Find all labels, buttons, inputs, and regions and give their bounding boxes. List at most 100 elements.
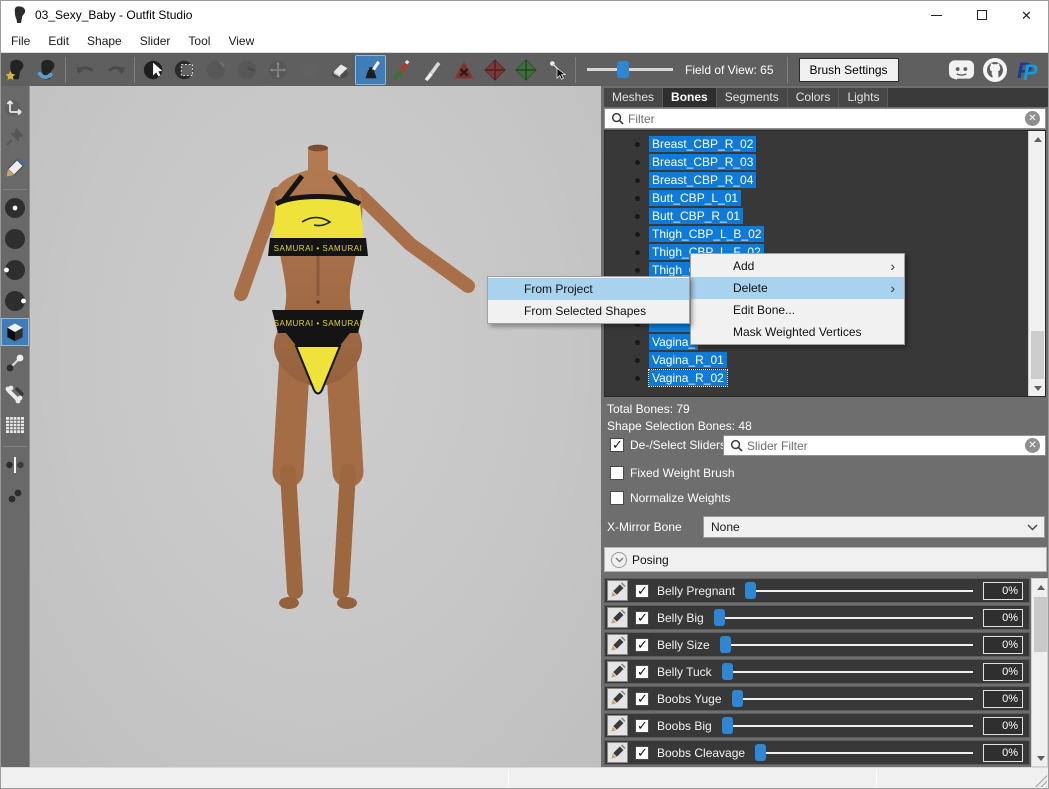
edit-slider-button[interactable]: [607, 634, 628, 655]
minimize-button[interactable]: [914, 0, 959, 30]
posing-section-header[interactable]: Posing: [604, 547, 1047, 572]
edit-slider-button[interactable]: [607, 607, 628, 628]
scroll-down-icon[interactable]: [1032, 750, 1049, 766]
menubar-item-tool[interactable]: Tool: [179, 31, 219, 51]
transform-tool-button[interactable]: [1, 92, 29, 120]
vertex-edit-tool-button[interactable]: [1, 154, 29, 182]
tab-lights[interactable]: Lights: [839, 88, 888, 107]
slider-track[interactable]: [722, 671, 973, 673]
slider-checkbox[interactable]: [635, 665, 649, 679]
move-vertex-button[interactable]: [541, 55, 572, 85]
deselect-sliders-checkbox[interactable]: [610, 438, 624, 452]
bone-item[interactable]: Breast_CBP_R_04: [605, 171, 1045, 189]
submenu-item[interactable]: From Selected Shapes: [488, 300, 689, 322]
scroll-up-icon[interactable]: [1029, 131, 1046, 147]
slider-track[interactable]: [755, 752, 973, 754]
tab-meshes[interactable]: Meshes: [604, 88, 663, 107]
brush-settings-button[interactable]: Brush Settings: [799, 58, 899, 82]
show-nodes-button[interactable]: [1, 349, 29, 377]
collapse-vertex-button[interactable]: [448, 55, 479, 85]
bone-list-scrollbar[interactable]: [1028, 131, 1045, 396]
fixed-weight-brush-checkbox[interactable]: [610, 466, 624, 480]
tab-colors[interactable]: Colors: [788, 88, 840, 107]
slider-checkbox[interactable]: [635, 611, 649, 625]
xmirror-toggle-button[interactable]: [1, 451, 29, 479]
scrollbar-thumb[interactable]: [1034, 597, 1047, 652]
edit-slider-button[interactable]: [607, 661, 628, 682]
maximize-button[interactable]: [959, 0, 1004, 30]
deflate-brush-button[interactable]: [231, 55, 262, 85]
bone-filter-input[interactable]: [628, 112, 1020, 126]
slider-checkbox[interactable]: [635, 638, 649, 652]
undo-button[interactable]: [69, 55, 100, 85]
resize-grip[interactable]: [1035, 775, 1047, 787]
slider-track[interactable]: [732, 698, 973, 700]
normalize-weights-checkbox[interactable]: [610, 491, 624, 505]
github-icon[interactable]: [982, 57, 1008, 83]
slider-handle[interactable]: [732, 690, 743, 707]
context-menu-item[interactable]: Mask Weighted Vertices: [691, 321, 904, 343]
new-project-button[interactable]: [0, 55, 31, 85]
paypal-icon[interactable]: P P: [1015, 57, 1039, 83]
menubar-item-edit[interactable]: Edit: [39, 31, 78, 51]
clear-filter-icon[interactable]: ✕: [1025, 111, 1040, 126]
view-front-button[interactable]: [1, 194, 29, 222]
slider-value[interactable]: 0%: [983, 717, 1023, 735]
close-button[interactable]: ✕: [1004, 0, 1049, 30]
tab-segments[interactable]: Segments: [717, 88, 788, 107]
field-of-view-slider[interactable]: [587, 68, 673, 71]
slider-track[interactable]: [720, 644, 973, 646]
slider-checkbox[interactable]: [635, 584, 649, 598]
slider-filter-input[interactable]: [747, 439, 1020, 453]
scroll-up-icon[interactable]: [1032, 579, 1049, 595]
slider-value[interactable]: 0%: [983, 744, 1023, 762]
edit-slider-button[interactable]: [607, 742, 628, 763]
slider-list-scrollbar[interactable]: [1031, 578, 1048, 767]
bone-item[interactable]: Vagina_R_01: [605, 351, 1045, 369]
slider-track[interactable]: [722, 725, 973, 727]
flip-edge-button[interactable]: [479, 55, 510, 85]
split-edge-button[interactable]: [510, 55, 541, 85]
bone-item[interactable]: Vagina_R_02: [605, 369, 1045, 387]
show-grid-button[interactable]: [1, 411, 29, 439]
inflate-brush-button[interactable]: [200, 55, 231, 85]
slider-value[interactable]: 0%: [983, 690, 1023, 708]
scroll-down-icon[interactable]: [1029, 380, 1046, 396]
slider-handle[interactable]: [745, 582, 756, 599]
weight-brush-button[interactable]: [355, 55, 386, 85]
context-menu-item[interactable]: Add›: [691, 255, 904, 277]
bone-item[interactable]: Butt_CBP_L_01: [605, 189, 1045, 207]
slider-checkbox[interactable]: [635, 692, 649, 706]
menubar-item-slider[interactable]: Slider: [131, 31, 180, 51]
connected-vertices-toggle-button[interactable]: [1, 482, 29, 510]
select-tool-button[interactable]: [138, 55, 169, 85]
context-menu-item[interactable]: Edit Bone...: [691, 299, 904, 321]
view-left-button[interactable]: [1, 256, 29, 284]
undiff-brush-button[interactable]: [324, 55, 355, 85]
viewport-3d[interactable]: SAMURAI • SAMURAI SAMURAI • SAMURAI: [30, 86, 601, 767]
menubar-item-shape[interactable]: Shape: [78, 31, 131, 51]
bone-item[interactable]: Thigh_CBP_L_B_02: [605, 225, 1045, 243]
clear-slider-filter-icon[interactable]: ✕: [1025, 438, 1040, 453]
edit-slider-button[interactable]: [607, 580, 628, 601]
slider-handle[interactable]: [722, 717, 733, 734]
slider-value[interactable]: 0%: [983, 663, 1023, 681]
tab-bones[interactable]: Bones: [663, 88, 717, 107]
menubar-item-view[interactable]: View: [219, 31, 263, 51]
xmirror-dropdown[interactable]: None: [703, 516, 1045, 538]
mask-brush-button[interactable]: [169, 55, 200, 85]
edit-slider-button[interactable]: [607, 715, 628, 736]
field-of-view-handle[interactable]: [617, 61, 629, 78]
slider-track[interactable]: [745, 590, 973, 592]
slider-value[interactable]: 0%: [983, 582, 1023, 600]
slider-value[interactable]: 0%: [983, 609, 1023, 627]
pin-tool-button[interactable]: [1, 123, 29, 151]
smooth-brush-button[interactable]: [293, 55, 324, 85]
bone-item[interactable]: Breast_CBP_R_03: [605, 153, 1045, 171]
load-project-button[interactable]: [31, 55, 62, 85]
submenu-item[interactable]: From Project: [488, 278, 689, 300]
color-brush-button[interactable]: [386, 55, 417, 85]
slider-handle[interactable]: [714, 609, 725, 626]
move-brush-button[interactable]: [262, 55, 293, 85]
slider-track[interactable]: [714, 617, 973, 619]
